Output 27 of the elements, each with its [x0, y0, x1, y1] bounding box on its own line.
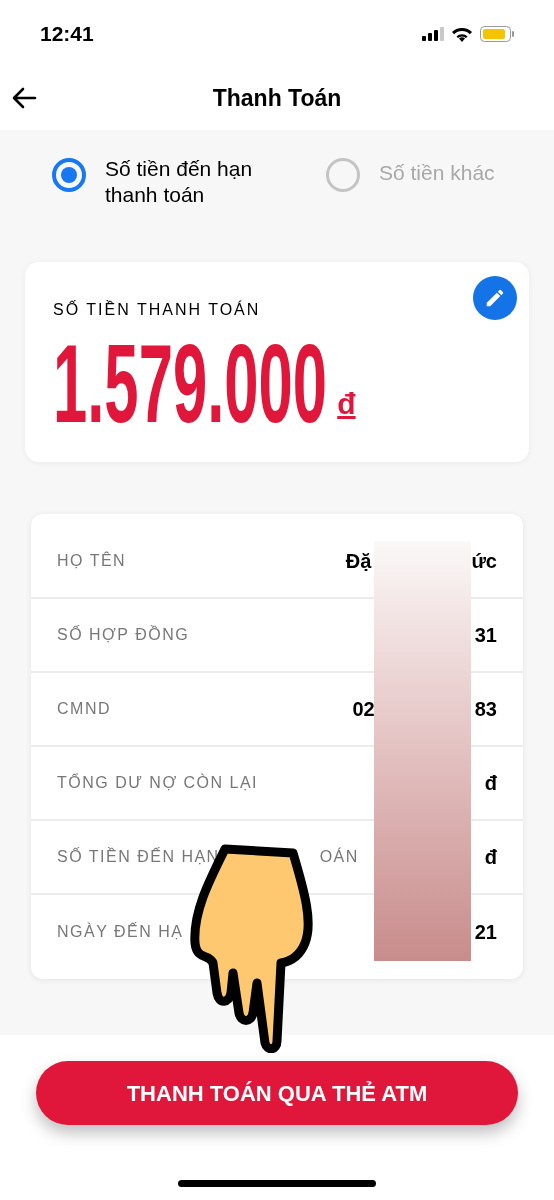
detail-value: ức: [471, 549, 497, 574]
battery-icon: [480, 26, 514, 42]
payment-option-radio[interactable]: Số tiền đến hạn thanh toán: [52, 156, 270, 208]
detail-label: HỌ TÊN: [57, 550, 127, 571]
detail-value: Đặ: [345, 549, 372, 574]
pay-button[interactable]: THANH TOÁN QUA THẺ ATM: [36, 1061, 518, 1125]
status-time: 12:41: [40, 21, 94, 48]
amount-value: 1.579.000: [53, 328, 328, 440]
currency-symbol: đ: [337, 386, 356, 422]
detail-label: CMND: [57, 699, 111, 719]
edit-button[interactable]: [473, 276, 517, 320]
detail-value: 02: [352, 697, 375, 722]
wifi-icon: [452, 26, 472, 42]
detail-value: đ: [484, 771, 497, 796]
page-title: Thanh Toán: [212, 83, 342, 113]
signal-icon: [422, 27, 444, 41]
amount-label: SỐ TIỀN THANH TOÁN: [53, 299, 262, 320]
detail-value: 31: [474, 623, 497, 648]
detail-label: NGÀY ĐẾN HẠ: [57, 921, 184, 942]
detail-value: 83: [474, 697, 497, 722]
detail-value: đ: [484, 845, 497, 870]
detail-value: 21: [474, 920, 497, 945]
detail-label: SỐ HỢP ĐỒNG: [57, 624, 190, 645]
detail-label: TỔNG DƯ NỢ CÒN LẠI: [57, 772, 259, 793]
pencil-icon: [484, 287, 506, 309]
detail-label: OÁN: [319, 846, 359, 867]
back-arrow-icon: [11, 87, 37, 109]
